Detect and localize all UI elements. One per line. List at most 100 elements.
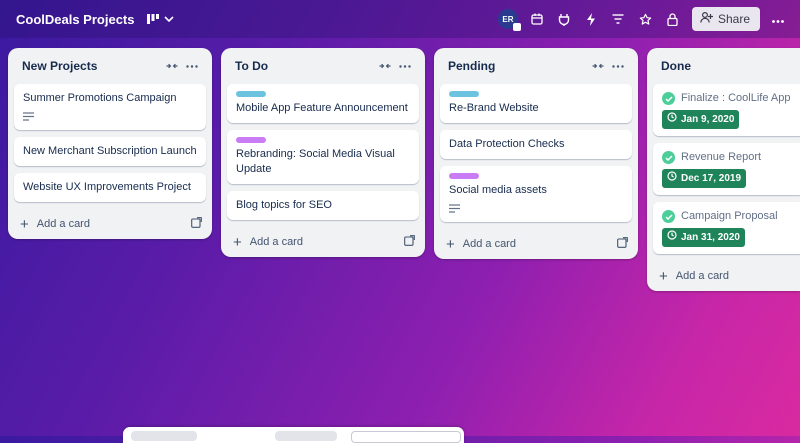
plus-icon: + <box>446 235 455 253</box>
list-title[interactable]: To Do <box>235 59 375 73</box>
due-date-badge[interactable]: Dec 17, 2019 <box>662 169 747 188</box>
card-title: Revenue Report <box>681 151 762 163</box>
card-title: Rebranding: Social Media Visual Update <box>236 148 395 175</box>
card-list: Summer Promotions Campaign New Merchant … <box>8 84 212 202</box>
complete-check-icon[interactable] <box>662 210 675 223</box>
power-ups-icon[interactable] <box>551 6 578 33</box>
card[interactable]: Finalize : CoolLife App De Jan 9, 2020 <box>653 84 800 136</box>
card[interactable]: Website UX Improvements Project <box>14 173 206 202</box>
card[interactable]: Revenue Report Dec 17, 2019 <box>653 143 800 195</box>
due-date-badge[interactable]: Jan 31, 2020 <box>662 228 745 247</box>
list-title[interactable]: Pending <box>448 59 588 73</box>
due-date-badge[interactable]: Jan 9, 2020 <box>662 110 740 129</box>
add-card-label: Add a card <box>675 270 729 282</box>
card-title: Summer Promotions Campaign <box>23 92 177 104</box>
list-to-do: To Do Mobile App Feature Announcement Re… <box>221 48 425 257</box>
list-title[interactable]: New Projects <box>22 59 162 73</box>
bottom-view-switcher[interactable] <box>123 427 464 443</box>
switcher-tab[interactable] <box>131 431 197 441</box>
add-card-button[interactable]: + Add a card <box>647 261 800 291</box>
card-title: Campaign Proposal <box>681 210 778 222</box>
member-avatar[interactable]: ER <box>497 9 521 31</box>
due-date-text: Jan 31, 2020 <box>681 232 740 243</box>
card-list: Finalize : CoolLife App De Jan 9, 2020 R… <box>647 84 800 254</box>
card[interactable]: Re-Brand Website <box>440 84 632 123</box>
collapse-list-icon[interactable] <box>375 56 395 76</box>
list-menu-icon[interactable] <box>182 56 202 76</box>
star-icon[interactable] <box>632 6 659 33</box>
list-header: To Do <box>221 48 425 84</box>
list-menu-icon[interactable] <box>395 56 415 76</box>
clock-icon <box>667 171 677 186</box>
more-icon <box>772 10 784 28</box>
add-card-button[interactable]: + Add a card <box>221 227 425 257</box>
description-icon <box>449 203 623 215</box>
add-card-button[interactable]: + Add a card <box>434 229 638 259</box>
switcher-tab-active[interactable] <box>351 431 461 443</box>
card-title: Re-Brand Website <box>449 102 539 114</box>
card-title: Blog topics for SEO <box>236 199 332 211</box>
share-button[interactable]: Share <box>691 7 760 31</box>
list-header: Done <box>647 48 800 84</box>
card-title: New Merchant Subscription Launch <box>23 145 197 157</box>
card-label-blue[interactable] <box>236 91 266 97</box>
card-list: Re-Brand Website Data Protection Checks … <box>434 84 638 222</box>
card[interactable]: Blog topics for SEO <box>227 191 419 220</box>
admin-badge <box>512 23 521 31</box>
board-menu-button[interactable] <box>764 6 792 33</box>
list-menu-icon[interactable] <box>608 56 628 76</box>
list-title[interactable]: Done <box>661 59 790 73</box>
add-card-label: Add a card <box>462 238 516 250</box>
card[interactable]: Social media assets <box>440 166 632 222</box>
board-header: CoolDeals Projects ER Share <box>0 0 800 38</box>
card[interactable]: Data Protection Checks <box>440 130 632 159</box>
list-header: New Projects <box>8 48 212 84</box>
list-new-projects: New Projects Summer Promotions Campaign … <box>8 48 212 239</box>
complete-check-icon[interactable] <box>662 151 675 164</box>
plus-icon: + <box>20 215 29 233</box>
add-member-icon <box>700 11 713 26</box>
complete-check-icon[interactable] <box>662 92 675 105</box>
list-done: Done Finalize : CoolLife App De Jan 9, 2… <box>647 48 800 291</box>
list-header: Pending <box>434 48 638 84</box>
card[interactable]: Summer Promotions Campaign <box>14 84 206 130</box>
card-label-purple[interactable] <box>236 137 266 143</box>
card-title: Finalize : CoolLife App De <box>681 92 791 104</box>
calendar-icon[interactable] <box>524 6 551 33</box>
board-view-switcher[interactable] <box>146 14 174 24</box>
clock-icon <box>667 112 677 127</box>
card[interactable]: Rebranding: Social Media Visual Update <box>227 130 419 184</box>
card-list: Mobile App Feature Announcement Rebrandi… <box>221 84 425 220</box>
switcher-tab[interactable] <box>275 431 337 441</box>
card-title: Social media assets <box>449 184 547 196</box>
avatar-initials: ER <box>502 14 514 24</box>
card-label-purple[interactable] <box>449 173 479 179</box>
add-card-button[interactable]: + Add a card <box>8 209 212 239</box>
card[interactable]: New Merchant Subscription Launch <box>14 137 206 166</box>
filter-icon[interactable] <box>605 6 632 33</box>
automation-icon[interactable] <box>578 6 605 33</box>
plus-icon: + <box>233 233 242 251</box>
add-card-label: Add a card <box>36 218 90 230</box>
card-label-blue[interactable] <box>449 91 479 97</box>
collapse-list-icon[interactable] <box>162 56 182 76</box>
card[interactable]: Mobile App Feature Announcement <box>227 84 419 123</box>
description-icon <box>23 111 197 123</box>
plus-icon: + <box>659 267 668 285</box>
card-title: Mobile App Feature Announcement <box>236 102 408 114</box>
list-pending: Pending Re-Brand Website Data Protection… <box>434 48 638 259</box>
lock-icon[interactable] <box>659 6 686 33</box>
create-from-template-icon[interactable] <box>191 217 202 231</box>
collapse-list-icon[interactable] <box>588 56 608 76</box>
chevron-down-icon <box>163 16 174 22</box>
board-title[interactable]: CoolDeals Projects <box>16 12 135 27</box>
due-date-text: Dec 17, 2019 <box>681 173 742 184</box>
card-title: Website UX Improvements Project <box>23 181 191 193</box>
card-title: Data Protection Checks <box>449 138 565 150</box>
create-from-template-icon[interactable] <box>404 235 415 249</box>
due-date-text: Jan 9, 2020 <box>681 114 735 125</box>
add-card-label: Add a card <box>249 236 303 248</box>
card[interactable]: Campaign Proposal Jan 31, 2020 <box>653 202 800 254</box>
create-from-template-icon[interactable] <box>617 237 628 251</box>
clock-icon <box>667 230 677 245</box>
